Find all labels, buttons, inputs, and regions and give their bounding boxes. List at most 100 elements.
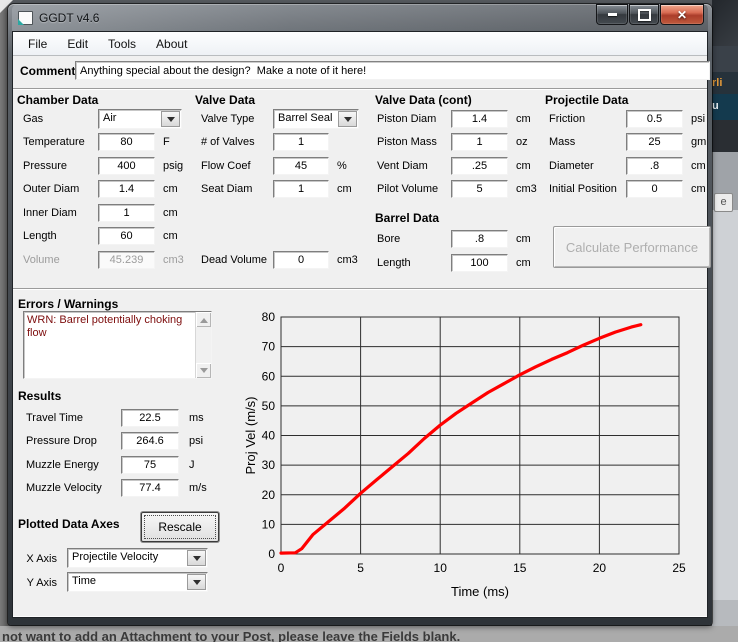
friction-input[interactable]: 0.5: [626, 110, 683, 128]
flow-coef-label: Flow Coef: [199, 160, 273, 172]
dead-volume-row: Dead Volume0cm3: [199, 248, 359, 272]
svg-text:5: 5: [357, 561, 364, 575]
pressure-drop-row: Pressure Drop264.6psi: [21, 430, 207, 454]
muzzle-energy-row: Muzzle Energy75J: [21, 453, 207, 477]
valve-data-cont-header: Valve Data (cont): [375, 93, 472, 107]
inner-diam-input[interactable]: 1: [98, 204, 155, 222]
separator: [13, 288, 707, 290]
background-band: [712, 120, 738, 152]
gas-select[interactable]: Air: [98, 109, 182, 129]
svg-text:70: 70: [262, 340, 276, 354]
menu-item-file[interactable]: File: [19, 35, 56, 53]
initial-position-input[interactable]: 0: [626, 180, 683, 198]
svg-text:10: 10: [262, 517, 276, 531]
rescale-button[interactable]: Rescale: [141, 512, 219, 542]
bore-input[interactable]: .8: [451, 230, 508, 248]
app-window: GGDT v4.6 ✕ FileEditToolsAbout Comments …: [8, 4, 712, 625]
volume-unit: cm3: [163, 254, 184, 266]
dead-volume-input[interactable]: 0: [273, 251, 329, 269]
svg-text:80: 80: [262, 310, 276, 324]
bore-row: Bore.8cm: [375, 228, 537, 252]
length-row: Length60cm: [21, 225, 184, 249]
minimize-button[interactable]: [596, 4, 628, 25]
flow-coef-unit: %: [337, 160, 347, 172]
calculate-performance-button[interactable]: Calculate Performance: [553, 226, 711, 268]
menu-item-edit[interactable]: Edit: [58, 35, 97, 53]
pressure-input[interactable]: 400: [98, 157, 155, 175]
outer-diam-unit: cm: [163, 183, 178, 195]
barrel-length-unit: cm: [516, 257, 531, 269]
dropdown-arrow-icon[interactable]: [187, 550, 206, 566]
valve-type-select[interactable]: Barrel Seal: [273, 109, 359, 129]
title-bar[interactable]: GGDT v4.6 ✕: [12, 4, 708, 31]
outer-diam-row: Outer Diam1.4 cm: [21, 178, 184, 202]
outer-diam-input[interactable]: 1.4: [98, 180, 155, 198]
temperature-label: Temperature: [21, 136, 98, 148]
vent-diam-input[interactable]: .25: [451, 157, 508, 175]
menu-item-tools[interactable]: Tools: [99, 35, 145, 53]
pilot-volume-input[interactable]: 5: [451, 180, 508, 198]
comments-input[interactable]: [75, 61, 710, 80]
seat-diam-input[interactable]: 1: [273, 180, 329, 198]
dropdown-arrow-icon[interactable]: [338, 111, 357, 127]
piston-diam-input[interactable]: 1.4: [451, 110, 508, 128]
vent-diam-row: Vent Diam.25cm: [375, 154, 537, 178]
errors-warnings-listbox[interactable]: WRN: Barrel potentially choking flow: [23, 311, 212, 379]
svg-text:40: 40: [262, 429, 276, 443]
length-input[interactable]: 60: [98, 227, 155, 245]
dropdown-arrow-icon[interactable]: [161, 111, 180, 127]
svg-text:20: 20: [593, 561, 607, 575]
inner-diam-unit: cm: [163, 207, 178, 219]
num-valves-input[interactable]: 1: [273, 133, 329, 151]
y-axis-select[interactable]: Time: [67, 572, 208, 592]
scroll-down-button[interactable]: [196, 363, 211, 378]
friction-label: Friction: [547, 113, 626, 125]
temperature-row: Temperature80F: [21, 131, 184, 155]
results-header: Results: [18, 389, 61, 403]
flow-coef-input[interactable]: 45: [273, 157, 329, 175]
background-band: [712, 210, 738, 600]
initial-position-unit: cm: [691, 183, 706, 195]
diameter-input[interactable]: .8: [626, 157, 683, 175]
muzzle-velocity-label: Muzzle Velocity: [21, 482, 121, 494]
window-title: GGDT v4.6: [39, 11, 99, 25]
pressure-drop-label: Pressure Drop: [21, 435, 121, 447]
close-button[interactable]: ✕: [660, 4, 704, 25]
dropdown-arrow-icon[interactable]: [187, 574, 206, 590]
num-valves-row: # of Valves1: [199, 131, 359, 155]
warning-message[interactable]: WRN: Barrel potentially choking flow: [27, 314, 193, 340]
scroll-up-button[interactable]: [196, 312, 211, 327]
barrel-length-label: Length: [375, 257, 451, 269]
pressure-label: Pressure: [21, 160, 98, 172]
svg-text:10: 10: [434, 561, 448, 575]
barrel-length-input[interactable]: 100: [451, 254, 508, 272]
muzzle-velocity-unit: m/s: [189, 482, 207, 494]
menu-item-about[interactable]: About: [147, 35, 196, 53]
background-page-text: not want to add an Attachment to your Po…: [2, 629, 460, 642]
num-valves-label: # of Valves: [199, 136, 273, 148]
piston-mass-input[interactable]: 1: [451, 133, 508, 151]
inner-diam-label: Inner Diam: [21, 207, 98, 219]
mass-input[interactable]: 25: [626, 133, 683, 151]
svg-text:60: 60: [262, 369, 276, 383]
temperature-input[interactable]: 80: [98, 133, 155, 151]
x-axis-select[interactable]: Projectile Velocity: [67, 548, 208, 568]
diameter-label: Diameter: [547, 160, 626, 172]
minimize-icon: [608, 13, 617, 16]
svg-text:15: 15: [513, 561, 527, 575]
background-band: [712, 0, 738, 46]
errors-scrollbar[interactable]: [195, 312, 211, 378]
plotted-data-axes-header: Plotted Data Axes: [18, 517, 120, 531]
gas-selected-value: Air: [99, 110, 160, 128]
results-rows: Travel Time22.5msPressure Drop264.6psiMu…: [21, 406, 207, 500]
volume-row: Volume45.239cm3: [21, 248, 184, 272]
mass-unit: gm: [691, 136, 706, 148]
muzzle-velocity-value: 77.4: [121, 479, 179, 497]
volume-input: 45.239: [98, 251, 155, 269]
performance-chart: 051015202501020304050607080Time (ms)Proj…: [243, 296, 709, 618]
outer-diam-label: Outer Diam: [21, 183, 98, 195]
maximize-button[interactable]: [629, 4, 659, 25]
travel-time-label: Travel Time: [21, 412, 121, 424]
pressure-unit: psig: [163, 160, 183, 172]
barrel-length-row: Length100 cm: [375, 251, 537, 275]
